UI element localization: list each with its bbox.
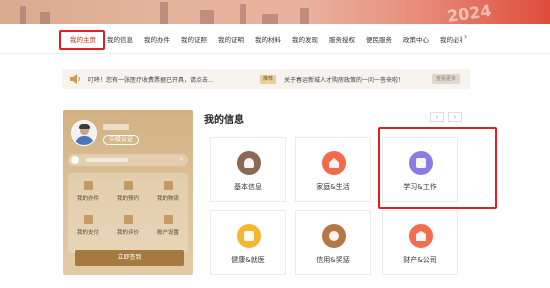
action-label: 我的预约	[116, 196, 139, 202]
notice-tag: 推荐	[260, 75, 277, 84]
sign-in-button[interactable]: 立即签到	[75, 250, 184, 266]
quick-actions-panel: 我的办件 我的预约 我的物流 我的支付 我的评价 账户设置	[68, 173, 188, 253]
house-icon	[322, 151, 346, 175]
action-label: 我的评价	[116, 230, 139, 236]
avatar[interactable]	[71, 120, 97, 146]
chevron-right-icon: ›	[179, 154, 183, 163]
top-banner: 2024	[0, 0, 550, 24]
tile-label: 家庭&生活	[316, 183, 350, 191]
action-my-cases[interactable]: 我的办件	[68, 181, 108, 202]
next-page-button[interactable]: ›	[448, 112, 462, 122]
banner-decoration	[262, 14, 278, 24]
tile-family-life[interactable]: 家庭&生活	[295, 137, 371, 202]
tile-property-company[interactable]: 财产&公司	[382, 210, 458, 275]
action-label: 账户设置	[156, 230, 179, 236]
highlight-box	[378, 127, 497, 209]
profile-card: 中级认证 › 我的办件 我的预约 我的物流 我的支付 我的评价 账户设置 立即签…	[63, 110, 193, 275]
action-label: 我的办件	[76, 196, 99, 202]
id-icon	[71, 156, 79, 164]
tile-label: 信用&奖惩	[316, 256, 350, 264]
highlight-box	[59, 30, 105, 50]
banner-decoration	[160, 2, 168, 24]
tile-basic-info[interactable]: 基本信息	[210, 137, 286, 202]
id-number-bar[interactable]: ›	[68, 154, 188, 166]
action-my-appointments[interactable]: 我的预约	[108, 181, 148, 202]
action-my-reviews[interactable]: 我的评价	[108, 215, 148, 236]
nav-item-my-discoveries[interactable]: 我的发现	[292, 34, 318, 44]
masked-username	[103, 124, 129, 130]
tile-label: 财产&公司	[403, 256, 437, 264]
property-icon	[409, 224, 433, 248]
nav-item-my-certificates[interactable]: 我的证明	[218, 34, 244, 44]
verification-badge[interactable]: 中级认证	[103, 135, 139, 145]
section-title: 我的信息	[204, 115, 244, 126]
document-icon	[83, 181, 93, 190]
action-my-payments[interactable]: 我的支付	[68, 215, 108, 236]
banner-decoration	[300, 8, 309, 24]
banner-decoration	[240, 4, 246, 24]
tile-label: 健康&就医	[231, 256, 265, 264]
banner-year: 2024	[446, 0, 494, 24]
action-my-logistics[interactable]: 我的物流	[148, 181, 188, 202]
nav-item-my-cases[interactable]: 我的办件	[144, 34, 170, 44]
nav-item-must-read[interactable]: 我的必看	[440, 34, 462, 44]
nav-item-my-materials[interactable]: 我的材料	[255, 34, 281, 44]
calendar-icon	[123, 181, 133, 190]
medical-kit-icon	[237, 224, 261, 248]
person-icon	[237, 151, 261, 175]
chevron-right-icon[interactable]: ›	[464, 32, 467, 41]
notice-bar: 叮咚！您有一张医疗收费票据已开具，请点击... 推荐 关于春运新城人才购房政策的…	[62, 69, 470, 89]
speaker-icon	[70, 74, 80, 84]
notice-text[interactable]: 叮咚！您有一张医疗收费票据已开具，请点击...	[88, 75, 214, 84]
banner-decoration	[20, 6, 26, 24]
tile-health-medical[interactable]: 健康&就医	[210, 210, 286, 275]
nav-item-convenience-services[interactable]: 便民服务	[366, 34, 392, 44]
delivery-icon	[163, 181, 173, 190]
wallet-icon	[83, 215, 93, 224]
masked-id-number	[86, 158, 128, 162]
action-label: 我的物流	[156, 196, 179, 202]
banner-decoration	[200, 10, 214, 24]
view-more-button[interactable]: 查看更多	[431, 74, 460, 84]
tile-label: 基本信息	[234, 183, 262, 191]
nav-item-my-info[interactable]: 我的信息	[107, 34, 133, 44]
prev-page-button[interactable]: ‹	[430, 112, 444, 122]
credit-badge-icon	[322, 224, 346, 248]
tile-credit-rewards[interactable]: 信用&奖惩	[295, 210, 371, 275]
banner-decoration	[40, 12, 50, 24]
comment-icon	[123, 215, 133, 224]
nav-item-service-authorization[interactable]: 服务授权	[329, 34, 355, 44]
nav-item-policy-center[interactable]: 政策中心	[403, 34, 429, 44]
nav-item-my-licenses[interactable]: 我的证照	[181, 34, 207, 44]
user-settings-icon	[163, 215, 173, 224]
action-account-settings[interactable]: 账户设置	[148, 215, 188, 236]
notice-text-secondary[interactable]: 关于春运新城人才购房政策的一问一答来啦！	[284, 75, 404, 84]
action-label: 我的支付	[76, 230, 99, 236]
